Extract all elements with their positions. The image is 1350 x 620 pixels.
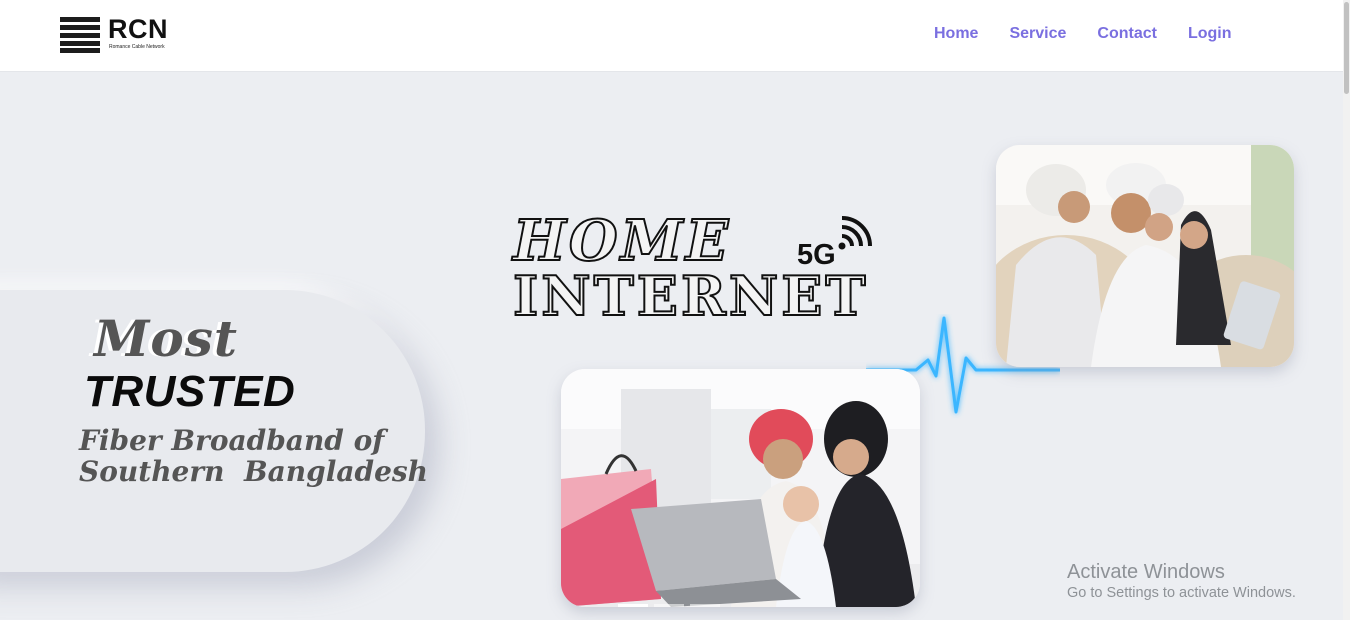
brand-logo[interactable]: RCN Romance Cable Network (60, 14, 200, 55)
carousel-indicator-2[interactable] (654, 604, 684, 607)
family-photo-laptop (561, 369, 920, 607)
brand-name: RCN (108, 14, 168, 44)
carousel-indicator-3[interactable] (690, 604, 720, 607)
top-navbar: RCN Romance Cable Network Home Service C… (0, 0, 1343, 72)
tagline-most: Most (94, 309, 238, 368)
tagline-line-2: Southern Bangladesh (79, 455, 429, 488)
nav-service-link[interactable]: Service (1009, 25, 1066, 43)
tagline-line-1: Fiber Broadband of (79, 424, 385, 457)
carousel-indicators (618, 604, 720, 607)
activate-windows-subtitle: Go to Settings to activate Windows. (1067, 585, 1296, 601)
nav-home-link[interactable]: Home (934, 25, 978, 43)
brand-tagline: Romance Cable Network (109, 44, 165, 50)
stacked-bars-icon (60, 17, 100, 53)
5g-badge: 5G (797, 239, 836, 271)
main-nav: Home Service Contact Login (934, 25, 1263, 43)
family-photo-couch (996, 145, 1294, 367)
scrollbar-thumb[interactable] (1344, 2, 1349, 94)
wifi-signal-icon (838, 216, 872, 250)
carousel-indicator-1[interactable] (618, 604, 648, 607)
nav-contact-link[interactable]: Contact (1097, 25, 1157, 43)
nav-login-link[interactable]: Login (1188, 25, 1232, 43)
page-scrollbar[interactable] (1343, 0, 1350, 620)
tagline-trusted: TRUSTED (84, 367, 296, 416)
activate-windows-title: Activate Windows (1067, 561, 1225, 583)
hero-title-internet: INTERNET (512, 263, 869, 329)
